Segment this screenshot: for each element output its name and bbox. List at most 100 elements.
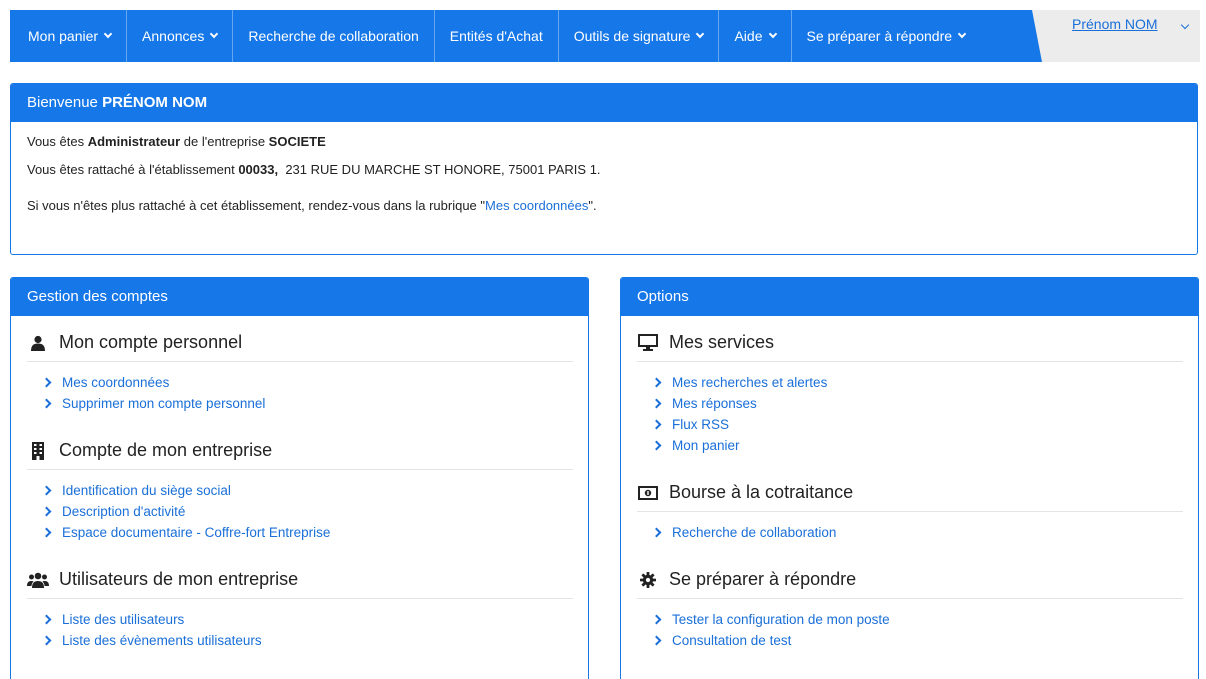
chevron-right-icon bbox=[651, 377, 662, 388]
chevron-right-icon bbox=[651, 398, 662, 409]
link-list: Recherche de collaboration bbox=[637, 512, 1183, 553]
role-text: Vous êtes bbox=[27, 134, 88, 149]
link-recherches-alertes[interactable]: Mes recherches et alertes bbox=[672, 375, 827, 390]
link-description-activite[interactable]: Description d'activité bbox=[62, 504, 185, 519]
rattachement-text: Si vous n'êtes plus rattaché à cet établ… bbox=[27, 198, 486, 213]
nav-label: Aide bbox=[734, 28, 763, 44]
chevron-down-icon[interactable] bbox=[1180, 20, 1190, 30]
chevron-right-icon bbox=[651, 527, 662, 538]
chevron-down-icon bbox=[103, 29, 113, 39]
company-text: de l'entreprise bbox=[180, 134, 269, 149]
establishment-line: Vous êtes rattaché à l'établissement 000… bbox=[27, 162, 1181, 178]
mes-coordonnees-link[interactable]: Mes coordonnées bbox=[485, 198, 588, 213]
list-item[interactable]: Mes recherches et alertes bbox=[651, 372, 1183, 393]
list-item[interactable]: Tester la configuration de mon poste bbox=[651, 609, 1183, 630]
section-utilisateurs: Utilisateurs de mon entreprise bbox=[27, 553, 573, 599]
chevron-right-icon bbox=[41, 527, 52, 538]
welcome-prefix: Bienvenue bbox=[27, 94, 103, 111]
company-value: SOCIETE bbox=[268, 134, 326, 149]
rattachement-end: ". bbox=[588, 198, 597, 213]
list-item[interactable]: Espace documentaire - Coffre-fort Entrep… bbox=[41, 522, 573, 543]
chevron-right-icon bbox=[41, 398, 52, 409]
link-mon-panier[interactable]: Mon panier bbox=[672, 438, 740, 453]
link-espace-documentaire[interactable]: Espace documentaire - Coffre-fort Entrep… bbox=[62, 525, 330, 540]
chevron-right-icon bbox=[41, 614, 52, 625]
user-menu[interactable]: Prénom NOM bbox=[1032, 10, 1200, 62]
link-mes-coordonnees[interactable]: Mes coordonnées bbox=[62, 375, 169, 390]
options-panel: Options Mes services Mes recherches et a… bbox=[620, 277, 1199, 679]
rattachement-line: Si vous n'êtes plus rattaché à cet établ… bbox=[27, 198, 1181, 214]
link-mes-reponses[interactable]: Mes réponses bbox=[672, 396, 757, 411]
nav-se-preparer[interactable]: Se préparer à répondre bbox=[792, 10, 981, 62]
list-item[interactable]: Liste des évènements utilisateurs bbox=[41, 630, 573, 651]
link-recherche-collaboration[interactable]: Recherche de collaboration bbox=[672, 525, 836, 540]
nav-outils-signature[interactable]: Outils de signature bbox=[559, 10, 720, 62]
building-icon bbox=[27, 441, 49, 460]
link-identification-siege[interactable]: Identification du siège social bbox=[62, 483, 231, 498]
list-item[interactable]: Recherche de collaboration bbox=[651, 522, 1183, 543]
section-title: Bourse à la cotraitance bbox=[669, 482, 854, 502]
link-flux-rss[interactable]: Flux RSS bbox=[672, 417, 729, 432]
list-item[interactable]: Supprimer mon compte personnel bbox=[41, 393, 573, 414]
list-item[interactable]: Mes réponses bbox=[651, 393, 1183, 414]
list-item[interactable]: Identification du siège social bbox=[41, 480, 573, 501]
panel-title: Gestion des comptes bbox=[11, 278, 588, 316]
section-compte-entreprise: Compte de mon entreprise bbox=[27, 424, 573, 470]
welcome-panel: Bienvenue PRÉNOM NOM Vous êtes Administr… bbox=[10, 83, 1198, 255]
section-se-preparer: Se préparer à répondre bbox=[637, 553, 1183, 599]
role-line: Vous êtes Administrateur de l'entreprise… bbox=[27, 134, 1181, 150]
nav-mon-panier[interactable]: Mon panier bbox=[10, 10, 128, 62]
users-icon bbox=[27, 571, 49, 589]
user-name-link[interactable]: Prénom NOM bbox=[1072, 16, 1158, 32]
link-list: Mes recherches et alertes Mes réponses F… bbox=[637, 362, 1183, 466]
nav-label: Annonces bbox=[142, 28, 205, 44]
role-value: Administrateur bbox=[87, 134, 181, 149]
list-item[interactable]: Mon panier bbox=[651, 435, 1183, 456]
establishment-code: 00033, bbox=[238, 162, 279, 177]
link-supprimer-compte[interactable]: Supprimer mon compte personnel bbox=[62, 396, 265, 411]
chevron-right-icon bbox=[651, 614, 662, 625]
list-item[interactable]: Description d'activité bbox=[41, 501, 573, 522]
list-item[interactable]: Flux RSS bbox=[651, 414, 1183, 435]
section-title: Se préparer à répondre bbox=[669, 569, 857, 589]
panel-title: Options bbox=[621, 278, 1198, 316]
nav-annonces[interactable]: Annonces bbox=[127, 10, 234, 62]
list-item[interactable]: Consultation de test bbox=[651, 630, 1183, 651]
nav-recherche-collaboration[interactable]: Recherche de collaboration bbox=[233, 10, 435, 62]
money-icon bbox=[637, 484, 659, 502]
section-title: Utilisateurs de mon entreprise bbox=[59, 569, 299, 589]
gear-icon bbox=[637, 571, 659, 589]
establishment-address: 231 RUE DU MARCHE ST HONORE, 75001 PARIS… bbox=[278, 162, 601, 177]
nav-label: Recherche de collaboration bbox=[248, 28, 419, 44]
nav-label: Outils de signature bbox=[573, 28, 691, 44]
chevron-right-icon bbox=[41, 485, 52, 496]
link-liste-utilisateurs[interactable]: Liste des utilisateurs bbox=[62, 612, 184, 627]
establishment-text: Vous êtes rattaché à l'établissement bbox=[27, 162, 239, 177]
link-list: Identification du siège social Descripti… bbox=[27, 470, 573, 553]
link-tester-configuration[interactable]: Tester la configuration de mon poste bbox=[672, 612, 890, 627]
list-item[interactable]: Liste des utilisateurs bbox=[41, 609, 573, 630]
chevron-right-icon bbox=[41, 635, 52, 646]
account-management-panel: Gestion des comptes Mon compte personnel… bbox=[10, 277, 589, 679]
top-navbar: Mon panier Annonces Recherche de collabo… bbox=[10, 10, 1200, 62]
nav-entites-achat[interactable]: Entités d'Achat bbox=[435, 10, 559, 62]
section-mes-services: Mes services bbox=[637, 316, 1183, 362]
welcome-user-name: PRÉNOM NOM bbox=[102, 94, 208, 111]
nav-aide[interactable]: Aide bbox=[719, 10, 792, 62]
chevron-down-icon bbox=[210, 29, 219, 39]
section-title: Mes services bbox=[669, 332, 775, 352]
link-evenements-utilisateurs[interactable]: Liste des évènements utilisateurs bbox=[62, 633, 262, 648]
section-mon-compte: Mon compte personnel bbox=[27, 316, 573, 362]
welcome-header: Bienvenue PRÉNOM NOM bbox=[11, 84, 1197, 122]
link-list: Mes coordonnées Supprimer mon compte per… bbox=[27, 362, 573, 424]
chevron-down-icon bbox=[957, 29, 967, 39]
chevron-right-icon bbox=[651, 635, 662, 646]
chevron-down-icon bbox=[768, 29, 777, 39]
section-title: Mon compte personnel bbox=[59, 332, 243, 352]
section-title: Compte de mon entreprise bbox=[59, 440, 273, 460]
nav-label: Mon panier bbox=[28, 28, 99, 44]
chevron-right-icon bbox=[651, 440, 662, 451]
link-consultation-test[interactable]: Consultation de test bbox=[672, 633, 791, 648]
list-item[interactable]: Mes coordonnées bbox=[41, 372, 573, 393]
chevron-right-icon bbox=[41, 506, 52, 517]
